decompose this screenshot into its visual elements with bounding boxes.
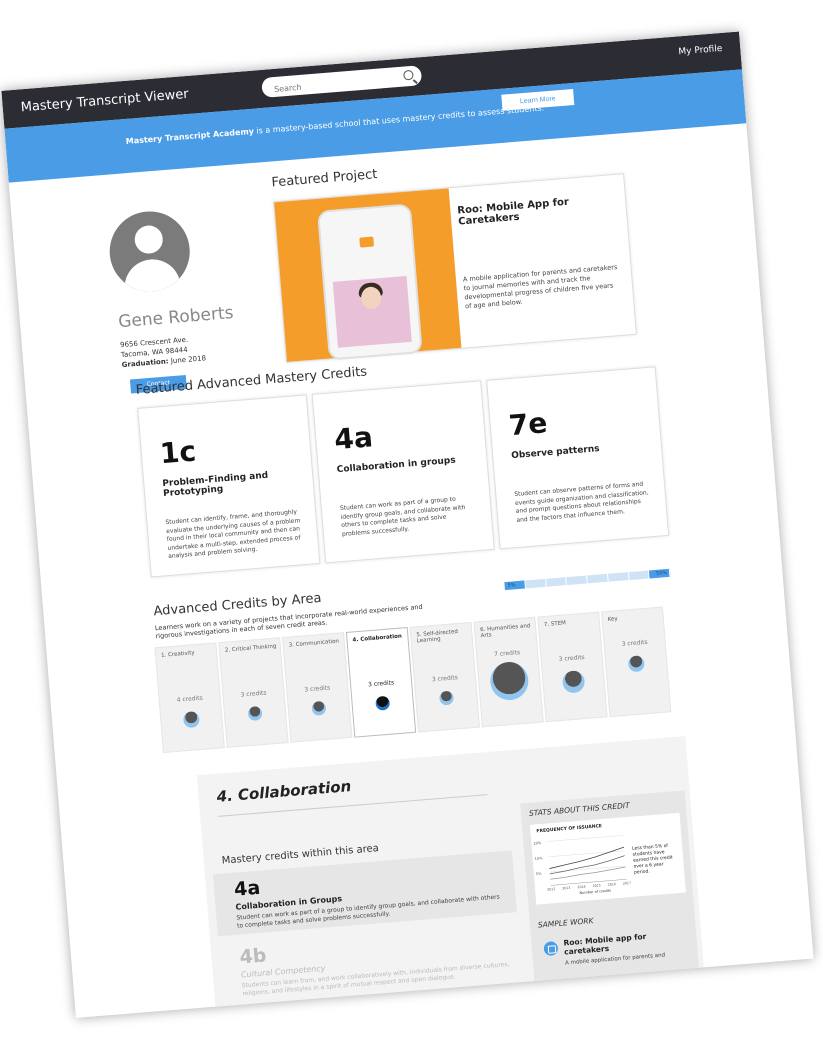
area-bubble bbox=[375, 695, 391, 711]
area-name: 4. Collaboration bbox=[352, 633, 403, 644]
search-box[interactable] bbox=[261, 65, 423, 98]
progress-segment bbox=[607, 572, 630, 582]
x-axis-title: Number of credits bbox=[579, 889, 611, 896]
area-bubble bbox=[488, 660, 530, 702]
progress-segment bbox=[525, 578, 547, 589]
area-credit-count: 3 credits bbox=[240, 689, 267, 699]
area-detail-panel: 4. Collaboration Mastery credits within … bbox=[196, 736, 710, 1018]
y-tick-label: 5% bbox=[536, 872, 543, 876]
graduation-date: June 2018 bbox=[170, 354, 207, 366]
featured-project-heading: Featured Project bbox=[271, 167, 378, 191]
x-tick-label: 2012 bbox=[547, 887, 555, 892]
area-name: 2. Critical Thinking bbox=[224, 643, 277, 654]
credit-code: 7e bbox=[507, 406, 549, 443]
mastery-credit-code: 4a bbox=[233, 876, 262, 901]
area-name: 5. Self-directed Learning bbox=[416, 629, 459, 645]
area-credit-count: 4 credits bbox=[176, 694, 203, 704]
series-line bbox=[549, 846, 625, 869]
credit-description: Student can identify, frame, and thoroug… bbox=[165, 508, 301, 560]
area-credit-count: 7 credits bbox=[493, 649, 521, 659]
progress-end-label: 50% bbox=[655, 570, 668, 577]
area-bubble bbox=[247, 705, 263, 722]
area-bubble bbox=[627, 655, 645, 673]
area-credit-count: 3 credits bbox=[367, 679, 395, 689]
progress-segment bbox=[587, 573, 609, 584]
credit-description: Student can observe patterns of forms an… bbox=[514, 480, 649, 524]
graduation-label: Graduation: bbox=[121, 357, 169, 370]
area-name: 1. Creativity bbox=[160, 650, 195, 659]
my-profile-link[interactable]: My Profile bbox=[678, 44, 723, 57]
school-name: Mastery Transcript Academy bbox=[125, 126, 255, 147]
area-tab-humanities-and-arts[interactable]: 6. Humanities and Arts 7 credits bbox=[473, 616, 544, 728]
frequency-chart-card: FREQUENCY OF ISSUANCE 20% 10% 5% 2012 2013 20… bbox=[529, 812, 686, 905]
area-bubble bbox=[561, 670, 586, 694]
stats-panel: STATS ABOUT THIS CREDIT FREQUENCY OF ISS… bbox=[520, 790, 704, 1018]
gridline bbox=[548, 850, 625, 858]
search-input[interactable] bbox=[271, 74, 392, 96]
project-description: A mobile application for parents and car… bbox=[462, 263, 618, 311]
project-title[interactable]: Roo: Mobile App for Caretakers bbox=[457, 194, 608, 228]
area-credit-count: 3 credits bbox=[304, 684, 331, 694]
credit-code: 4a bbox=[333, 420, 375, 457]
frequency-note: Less than 5% of students have earned thi… bbox=[632, 843, 673, 876]
area-tab-creativity[interactable]: 1. Creativity 4 credits bbox=[154, 642, 225, 754]
y-tick-label: 20% bbox=[533, 841, 542, 846]
app-title: Mastery Transcript Viewer bbox=[20, 86, 190, 116]
y-tick-label: 10% bbox=[535, 856, 544, 861]
area-detail-title: 4. Collaboration bbox=[215, 777, 352, 806]
area-name: 3. Communication bbox=[288, 638, 340, 649]
avatar-icon bbox=[106, 208, 193, 295]
credit-card-1c[interactable]: 1c Problem-Finding and Prototyping Stude… bbox=[137, 394, 321, 578]
area-bubble bbox=[438, 690, 455, 706]
search-icon[interactable] bbox=[403, 69, 414, 81]
credit-card-4a[interactable]: 4a Collaboration in groups Student can w… bbox=[311, 380, 495, 564]
gridline bbox=[547, 835, 624, 842]
credit-name: Problem-Finding and Prototyping bbox=[162, 470, 269, 500]
tagline-text: is a mastery-based school that uses mast… bbox=[253, 103, 545, 136]
sample-work-heading: SAMPLE WORK bbox=[537, 916, 594, 930]
transcript-page: Mastery Transcript Viewer My Profile Lea… bbox=[1, 31, 814, 1018]
area-bubble bbox=[311, 700, 327, 716]
credit-description: Student can work as part of a group to i… bbox=[339, 495, 466, 538]
progress-segment bbox=[545, 577, 568, 587]
area-name: Key bbox=[607, 616, 618, 623]
student-name: Gene Roberts bbox=[117, 303, 235, 333]
child-photo bbox=[332, 275, 412, 348]
area-tab-stem[interactable]: 7. STEM 3 credits bbox=[537, 611, 608, 723]
x-tick-label: 2014 bbox=[577, 885, 585, 890]
mastery-credit-code: 4b bbox=[238, 944, 268, 969]
area-tab-communication[interactable]: 3. Communication 3 credits bbox=[282, 632, 353, 743]
credit-name: Collaboration in groups bbox=[336, 455, 457, 476]
phone-mockup bbox=[317, 203, 423, 361]
project-image bbox=[274, 188, 462, 362]
progress-start-label: 5% bbox=[507, 582, 516, 589]
progress-segment bbox=[566, 575, 588, 586]
x-tick-label: 2013 bbox=[562, 886, 570, 891]
area-tab-critical-thinking[interactable]: 2. Critical Thinking 3 credits bbox=[218, 637, 289, 748]
x-tick-label: 2016 bbox=[608, 882, 616, 887]
sample-work-icon bbox=[543, 941, 559, 957]
area-name: 6. Humanities and Arts bbox=[479, 623, 531, 640]
featured-project-card[interactable]: Roo: Mobile App for Caretakers A mobile … bbox=[273, 173, 637, 363]
credit-card-7e[interactable]: 7e Observe patterns Student can observe … bbox=[486, 366, 670, 550]
area-tab-collaboration[interactable]: 4. Collaboration 3 credits bbox=[345, 627, 417, 738]
progress-segment bbox=[628, 570, 650, 581]
area-bubble bbox=[182, 711, 201, 729]
credit-name: Observe patterns bbox=[510, 444, 600, 462]
area-credit-count: 3 credits bbox=[621, 638, 648, 648]
frequency-chart: 20% 10% 5% 2012 2013 2014 2015 2016 2017 Number o… bbox=[533, 835, 631, 896]
stats-heading: STATS ABOUT THIS CREDIT bbox=[528, 800, 630, 818]
credit-code: 1c bbox=[158, 434, 198, 471]
x-tick-label: 2017 bbox=[623, 881, 631, 886]
area-key: Key 3 credits bbox=[601, 606, 672, 718]
student-address: 9656 Crescent Ave. Tacoma, WA 98444 Grad… bbox=[120, 333, 207, 370]
area-name: 7. STEM bbox=[543, 620, 567, 629]
credit-progress-bar: 5% 50% bbox=[504, 568, 671, 591]
area-credit-count: 3 credits bbox=[558, 653, 585, 663]
x-tick-label: 2015 bbox=[592, 883, 600, 888]
area-tab-self-directed-learning[interactable]: 5. Self-directed Learning 3 credits bbox=[409, 621, 480, 733]
area-credit-count: 3 credits bbox=[431, 674, 459, 684]
